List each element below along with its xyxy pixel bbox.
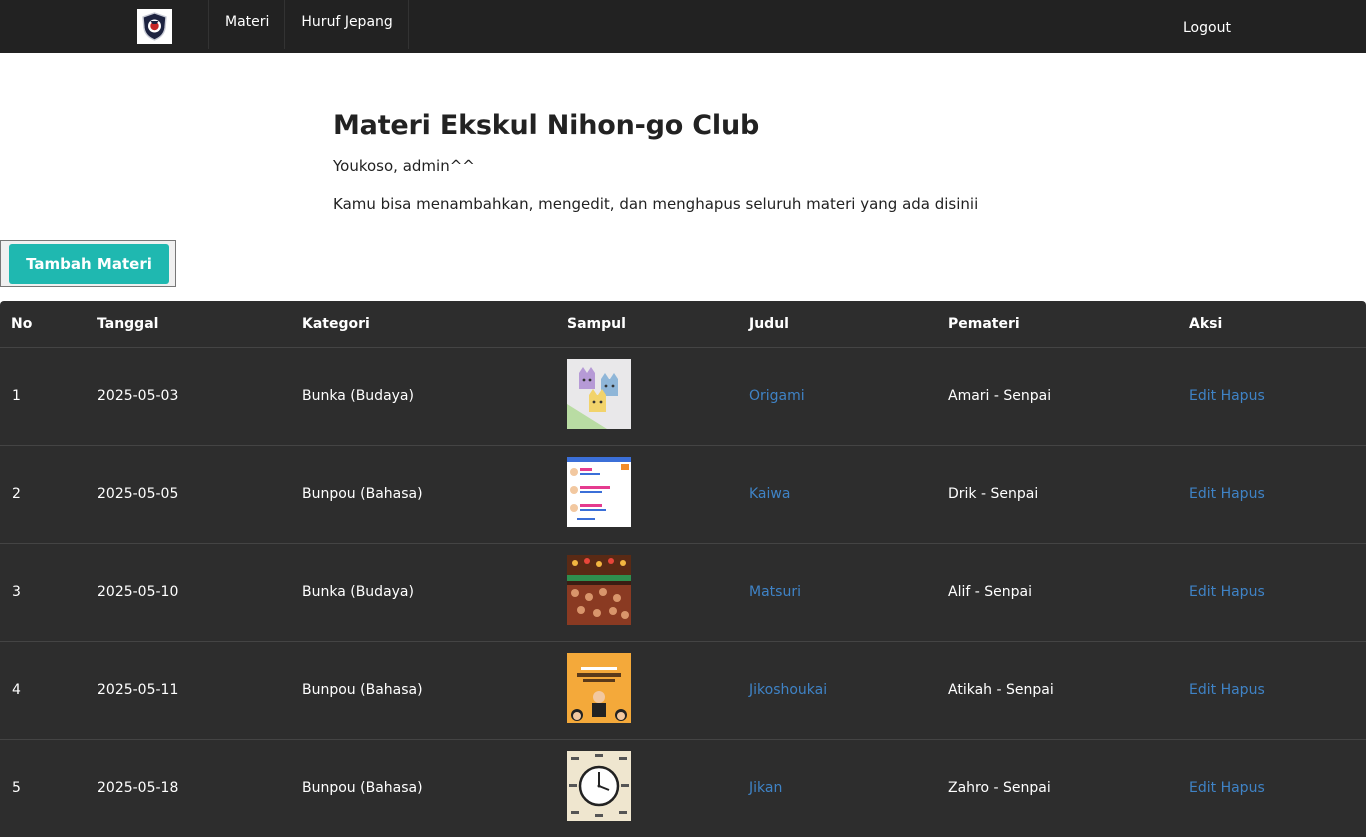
column-header-no: No bbox=[11, 316, 33, 332]
edit-link[interactable]: Edit bbox=[1189, 388, 1216, 404]
cell-aksi: Edit Hapus bbox=[1189, 388, 1265, 404]
cell-kategori: Bunpou (Bahasa) bbox=[302, 780, 423, 796]
judul-link[interactable]: Jikoshoukai bbox=[749, 682, 827, 698]
cell-no: 3 bbox=[12, 584, 21, 600]
table-row: 1 2025-05-03 Bunka (Budaya) Origami Amar… bbox=[0, 348, 1366, 446]
cell-no: 1 bbox=[12, 388, 21, 404]
materi-table: No Tanggal Kategori Sampul Judul Pemater… bbox=[0, 301, 1366, 837]
shield-icon bbox=[142, 12, 167, 41]
cell-no: 2 bbox=[12, 486, 21, 502]
cell-pemateri: Drik - Senpai bbox=[948, 486, 1039, 502]
table-row: 4 2025-05-11 Bunpou (Bahasa) Jikoshoukai… bbox=[0, 642, 1366, 740]
nav-materi-label: Materi bbox=[225, 13, 270, 30]
cell-aksi: Edit Hapus bbox=[1189, 486, 1265, 502]
cell-tanggal: 2025-05-03 bbox=[97, 388, 179, 404]
table-row: 3 2025-05-10 Bunka (Budaya) Matsuri Alif… bbox=[0, 544, 1366, 642]
nav-huruf-jepang-label: Huruf Jepang bbox=[301, 13, 393, 30]
nav-materi[interactable]: Materi bbox=[208, 0, 286, 49]
cell-kategori: Bunka (Budaya) bbox=[302, 584, 414, 600]
column-header-pemateri: Pemateri bbox=[948, 316, 1020, 332]
judul-link[interactable]: Kaiwa bbox=[749, 486, 790, 502]
cover-thumbnail-jikoshoukai bbox=[567, 653, 631, 723]
judul-link[interactable]: Origami bbox=[749, 388, 805, 404]
cover-thumbnail-kaiwa bbox=[567, 457, 631, 527]
cover-thumbnail-matsuri bbox=[567, 555, 631, 625]
column-header-judul: Judul bbox=[749, 316, 789, 332]
cell-tanggal: 2025-05-18 bbox=[97, 780, 179, 796]
welcome-text: Youkoso, admin^^ bbox=[333, 157, 475, 175]
cell-pemateri: Zahro - Senpai bbox=[948, 780, 1051, 796]
cell-no: 4 bbox=[12, 682, 21, 698]
cell-pemateri: Alif - Senpai bbox=[948, 584, 1032, 600]
judul-link[interactable]: Jikan bbox=[749, 780, 782, 796]
table-header: No Tanggal Kategori Sampul Judul Pemater… bbox=[0, 301, 1366, 348]
cover-thumbnail-jikan bbox=[567, 751, 631, 821]
hapus-link[interactable]: Hapus bbox=[1221, 682, 1265, 698]
cell-kategori: Bunpou (Bahasa) bbox=[302, 486, 423, 502]
cell-tanggal: 2025-05-11 bbox=[97, 682, 179, 698]
cell-aksi: Edit Hapus bbox=[1189, 682, 1265, 698]
edit-link[interactable]: Edit bbox=[1189, 486, 1216, 502]
logout-link[interactable]: Logout bbox=[1183, 20, 1231, 36]
column-header-aksi: Aksi bbox=[1189, 316, 1223, 332]
hapus-link[interactable]: Hapus bbox=[1221, 388, 1265, 404]
page-header: Materi Ekskul Nihon-go Club Youkoso, adm… bbox=[333, 110, 978, 213]
cell-kategori: Bunka (Budaya) bbox=[302, 388, 414, 404]
cell-tanggal: 2025-05-10 bbox=[97, 584, 179, 600]
column-header-tanggal: Tanggal bbox=[97, 316, 159, 332]
cell-aksi: Edit Hapus bbox=[1189, 780, 1265, 796]
edit-link[interactable]: Edit bbox=[1189, 780, 1216, 796]
edit-link[interactable]: Edit bbox=[1189, 682, 1216, 698]
add-button-container: Tambah Materi bbox=[0, 240, 176, 287]
description-text: Kamu bisa menambahkan, mengedit, dan men… bbox=[333, 195, 979, 213]
cell-pemateri: Atikah - Senpai bbox=[948, 682, 1054, 698]
club-logo[interactable] bbox=[137, 9, 172, 44]
cell-aksi: Edit Hapus bbox=[1189, 584, 1265, 600]
page-title: Materi Ekskul Nihon-go Club bbox=[333, 110, 760, 141]
nav-huruf-jepang[interactable]: Huruf Jepang bbox=[285, 0, 409, 49]
cell-tanggal: 2025-05-05 bbox=[97, 486, 179, 502]
hapus-link[interactable]: Hapus bbox=[1221, 780, 1265, 796]
column-header-sampul: Sampul bbox=[567, 316, 626, 332]
judul-link[interactable]: Matsuri bbox=[749, 584, 801, 600]
cover-thumbnail-origami bbox=[567, 359, 631, 429]
table-row: 2 2025-05-05 Bunpou (Bahasa) Kaiwa Drik … bbox=[0, 446, 1366, 544]
navbar: Materi Huruf Jepang Logout bbox=[0, 0, 1366, 53]
column-header-kategori: Kategori bbox=[302, 316, 370, 332]
hapus-link[interactable]: Hapus bbox=[1221, 584, 1265, 600]
hapus-link[interactable]: Hapus bbox=[1221, 486, 1265, 502]
edit-link[interactable]: Edit bbox=[1189, 584, 1216, 600]
cell-no: 5 bbox=[12, 780, 21, 796]
cell-pemateri: Amari - Senpai bbox=[948, 388, 1052, 404]
cell-kategori: Bunpou (Bahasa) bbox=[302, 682, 423, 698]
tambah-materi-button[interactable]: Tambah Materi bbox=[9, 244, 169, 284]
table-row: 5 2025-05-18 Bunpou (Bahasa) Jikan Zahro… bbox=[0, 740, 1366, 838]
